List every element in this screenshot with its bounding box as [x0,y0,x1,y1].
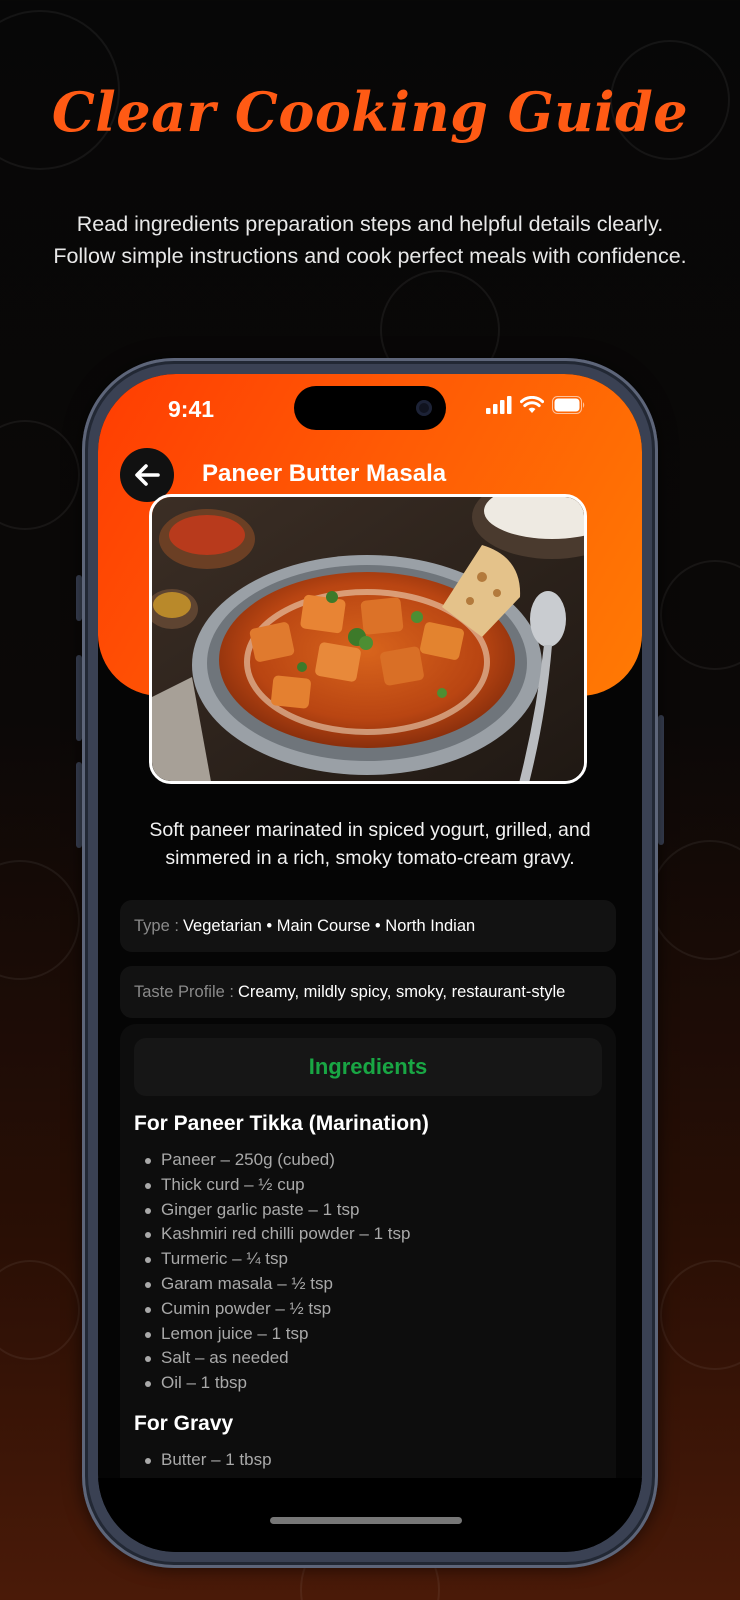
phone-power-button [658,715,664,845]
recipe-title: Paneer Butter Masala [202,460,447,487]
promo-title: Clear Cooking Guide [51,80,689,144]
arrow-left-icon [135,464,160,486]
dish-description: Soft paneer marinated in spiced yogurt, … [149,819,591,869]
cellular-signal-icon [486,396,512,414]
taste-profile-value: Creamy, mildly spicy, smoky, restaurant-… [237,982,566,1001]
ingredient-item: Oil – 1 tbsp [134,1371,602,1396]
taste-profile-card: Taste Profile : Creamy, mildly spicy, sm… [120,966,616,1018]
ingredient-item: Lemon juice – 1 tsp [134,1322,602,1347]
promo-subtitle-line-1: Read ingredients preparation steps and h… [76,212,664,236]
promo-subtitle-line-2: Follow simple instructions and cook perf… [53,244,687,268]
bottom-safe-area [98,1478,642,1552]
dynamic-island [294,386,446,430]
ingredient-item: Garam masala – ½ tsp [134,1272,602,1297]
taste-profile-label: Taste Profile : [134,982,234,1001]
ingredient-list-marination: Paneer – 250g (cubed) Thick curd – ½ cup… [134,1148,602,1396]
dish-photo [149,494,587,784]
ingredient-item: Ginger garlic paste – 1 tsp [134,1198,602,1223]
phone-frame: 9:41 Paneer Butter Masala Soft paneer ma… [82,358,658,1568]
status-icons [486,394,586,416]
type-info-card: Type : Vegetarian • Main Course • North … [120,900,616,952]
status-time: 9:41 [168,396,215,422]
ingredient-item: Salt – as needed [134,1346,602,1371]
type-label: Type : [134,916,179,935]
ingredients-heading: Ingredients [134,1038,602,1096]
front-camera-icon [416,400,432,416]
ingredients-card: Ingredients For Paneer Tikka (Marination… [120,1024,616,1544]
ingredient-item: Kashmiri red chilli powder – 1 tsp [134,1222,602,1247]
ingredient-item: Thick curd – ½ cup [134,1173,602,1198]
section-title-marination: For Paneer Tikka (Marination) [134,1112,429,1135]
promo-subtitle: Read ingredients preparation steps and h… [20,208,720,272]
section-title-gravy: For Gravy [134,1411,234,1435]
ingredient-item: Turmeric – ¼ tsp [134,1247,602,1272]
wifi-icon [520,396,544,413]
ingredient-item: Cumin powder – ½ tsp [134,1297,602,1322]
phone-screen: 9:41 Paneer Butter Masala Soft paneer ma… [98,374,642,1552]
battery-icon [552,396,585,414]
home-indicator[interactable] [270,1517,462,1524]
type-value: Vegetarian • Main Course • North Indian [182,916,476,935]
ingredient-item: Butter – 1 tbsp [134,1448,602,1473]
ingredient-item: Paneer – 250g (cubed) [134,1148,602,1173]
